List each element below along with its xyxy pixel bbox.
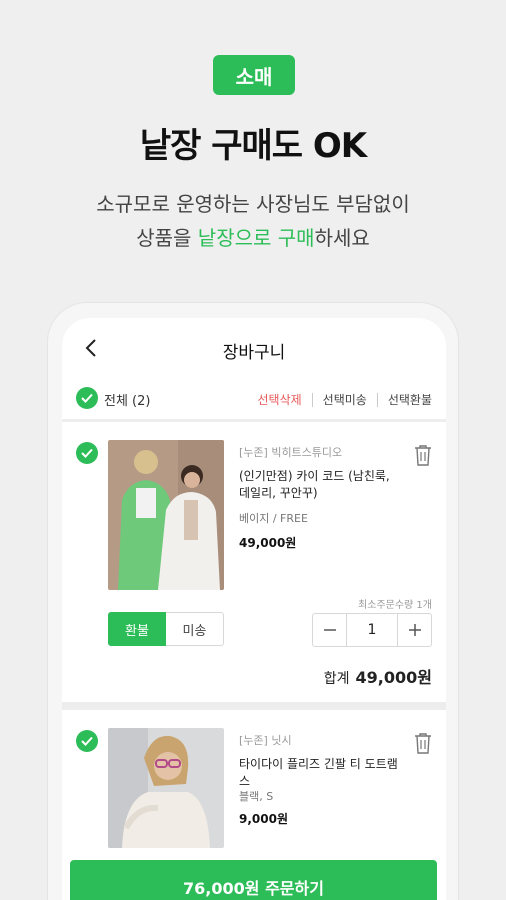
top-bar: 장바구니 [62, 318, 446, 380]
quantity-value[interactable]: 1 [347, 614, 397, 646]
total-label: 합계 [323, 671, 350, 687]
plus-icon[interactable] [397, 614, 431, 646]
trash-icon[interactable] [414, 444, 432, 466]
refund-option[interactable]: 환불 [108, 612, 166, 646]
min-order-quantity: 최소주문수량 1개 [358, 600, 432, 611]
product-name[interactable]: (인기만점) 카이 코드 (남친룩, 데일리, 꾸안꾸) [239, 468, 399, 502]
headline: 낱장 구매도 OK [139, 126, 367, 166]
select-all-checkbox[interactable] [76, 387, 98, 409]
selection-bar: 전체 (2) 선택삭제 선택미송 선택환불 [62, 380, 446, 420]
product-price: 49,000원 [239, 536, 297, 550]
product-image[interactable] [108, 440, 224, 590]
product-option: 블랙, S [239, 790, 274, 803]
product-image[interactable] [108, 728, 224, 848]
select-all-label: 전체 (2) [104, 394, 151, 409]
total-value: 49,000원 [355, 668, 432, 687]
divider [311, 392, 313, 407]
hold-option[interactable]: 미송 [166, 612, 224, 646]
subtitle-line-2: 상품을 낱장으로 구매하세요 [0, 222, 506, 251]
trash-icon[interactable] [414, 732, 432, 754]
quantity-stepper: 1 [312, 613, 432, 647]
cart-item: [누존] 빅히트스튜디오 (인기만점) 카이 코드 (남친룩, 데일리, 꾸안꾸… [62, 422, 446, 702]
minus-icon[interactable] [313, 614, 347, 646]
refund-selected-button[interactable]: 선택환불 [388, 391, 432, 408]
order-button[interactable]: 76,000원 주문하기 [70, 860, 437, 900]
product-name[interactable]: 타이다이 플리즈 긴팔 티 도트램스 [239, 756, 399, 790]
refund-hold-toggle: 환불 미송 [108, 612, 224, 646]
divider [376, 392, 378, 407]
delete-selected-button[interactable]: 선택삭제 [257, 391, 301, 408]
product-option: 베이지 / FREE [239, 512, 308, 525]
subtitle-text: 상품을 [136, 226, 198, 250]
cart-screen: 장바구니 전체 (2) 선택삭제 선택미송 선택환불 [누존] 빅히트스튜디오 … [62, 318, 446, 900]
retail-badge: 소매 [213, 55, 295, 95]
item-checkbox[interactable] [76, 730, 98, 752]
subtitle-text-end: 하세요 [314, 226, 370, 250]
item-checkbox[interactable] [76, 442, 98, 464]
shop-name[interactable]: [누존] 닛시 [239, 732, 292, 748]
hold-selected-button[interactable]: 선택미송 [323, 391, 367, 408]
product-price: 9,000원 [239, 812, 288, 826]
subtitle-line-1: 소규모로 운영하는 사장님도 부담없이 [96, 192, 410, 216]
subtitle-highlight: 낱장으로 구매 [197, 226, 315, 250]
shop-name[interactable]: [누존] 빅히트스튜디오 [239, 444, 342, 460]
selection-actions: 선택삭제 선택미송 선택환불 [257, 391, 432, 408]
item-total: 합계 49,000원 [324, 664, 432, 688]
page-title: 장바구니 [222, 343, 286, 363]
